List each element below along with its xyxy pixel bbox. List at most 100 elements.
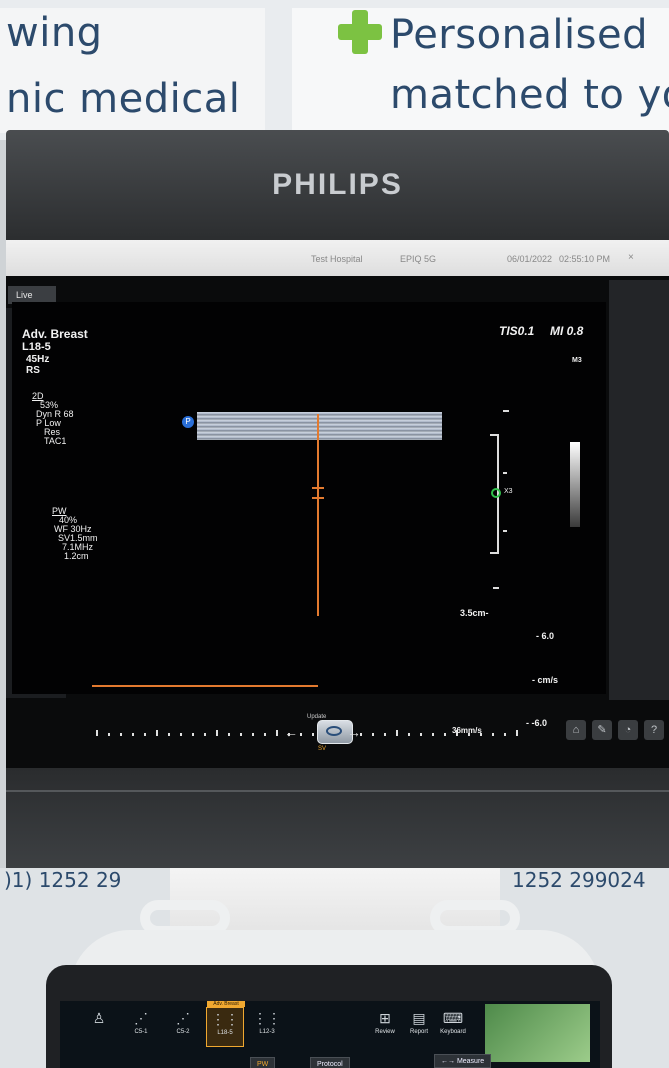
- transducer-c5-2[interactable]: ⋰ C5-2: [164, 1007, 202, 1047]
- time-tick: [312, 733, 314, 736]
- time-tick: [216, 730, 218, 736]
- transducer-label: L18-5: [217, 1030, 233, 1036]
- time-tick: [444, 733, 446, 736]
- system-name: EPIQ 5G: [400, 254, 437, 264]
- depth-tick: [503, 472, 507, 474]
- mode-rs: RS: [26, 365, 40, 376]
- active-preset-label: Adv. Breast: [207, 1001, 245, 1007]
- review-button[interactable]: ⊞ Review: [366, 1007, 404, 1047]
- measure-button[interactable]: ←→ Measure: [434, 1054, 492, 1068]
- doppler-baseline[interactable]: [92, 685, 318, 687]
- right-panel: [609, 280, 669, 700]
- banner-left-line2: nic medical: [6, 76, 241, 122]
- time-tick: [120, 733, 122, 736]
- preview-thumbnail[interactable]: [485, 1004, 590, 1062]
- time-tick: [228, 733, 230, 736]
- curved-probe-icon: ⋰: [134, 1010, 148, 1026]
- help-icon[interactable]: ?: [644, 720, 664, 740]
- touch-screen: ♙ ⋰ C5-1 ⋰ C5-2 Adv. Breast ⋮⋮ L18-5 ⋮⋮ …: [60, 1001, 600, 1068]
- time-tick: [384, 733, 386, 736]
- title-bar: Test Hospital EPIQ 5G 06/01/2022 02:55:1…: [6, 240, 669, 276]
- time-tick: [432, 733, 434, 736]
- pw-depth: 1.2cm: [64, 551, 89, 561]
- hospital-name: Test Hospital: [311, 254, 363, 264]
- plus-logo-icon: [338, 10, 382, 54]
- wrench-icon[interactable]: ✎: [592, 720, 612, 740]
- time-tick: [132, 733, 134, 736]
- twod-tac: TAC1: [44, 436, 67, 446]
- monitor-bezel: PHILIPS: [6, 130, 669, 242]
- protocol-button[interactable]: Protocol: [310, 1057, 350, 1068]
- speaker-icon[interactable]: ◔: [618, 720, 638, 740]
- time-tick: [156, 730, 158, 736]
- depth-tick: [490, 434, 499, 436]
- sample-gate-bottom[interactable]: [312, 497, 324, 499]
- close-icon[interactable]: ×: [628, 252, 634, 263]
- depth-tick: [503, 530, 507, 532]
- right-arrow-icon[interactable]: →: [347, 724, 361, 740]
- time-tick: [396, 730, 398, 736]
- time-tick: [264, 733, 266, 736]
- preset-name: Adv. Breast: [22, 327, 88, 341]
- time-tick: [504, 733, 506, 736]
- time-tick: [516, 730, 518, 736]
- banner-right-line1: Personalised: [390, 12, 648, 58]
- frame-rate: 45Hz: [26, 354, 50, 365]
- linear-probe-icon: ⋮⋮: [211, 1011, 239, 1027]
- mi-readout: MI 0.8: [550, 324, 584, 338]
- sweep-speed: 36mm/s: [452, 726, 482, 735]
- touch-panel: ♙ ⋰ C5-1 ⋰ C5-2 Adv. Breast ⋮⋮ L18-5 ⋮⋮ …: [46, 965, 612, 1068]
- curved-probe-icon: ⋰: [176, 1010, 190, 1026]
- time-tick: [240, 733, 242, 736]
- image-viewport[interactable]: Adv. Breast L18-5 45Hz RS 2D 53% Dyn R 6…: [12, 302, 606, 736]
- focus-label: X3: [504, 488, 513, 495]
- update-sub-label: SV: [318, 746, 327, 752]
- time-tick: [168, 733, 170, 736]
- keyboard-label: Keyboard: [440, 1029, 466, 1035]
- depth-readout: 3.5cm-: [460, 608, 489, 618]
- transducer-label: L12-3: [259, 1029, 275, 1035]
- phone-right: 1252 299024: [512, 868, 646, 892]
- velocity-bottom: - -6.0: [526, 718, 548, 728]
- phone-left: )1) 1252 29: [4, 868, 122, 892]
- monitor-bezel-bottom: [6, 768, 669, 868]
- depth-tick: [503, 410, 509, 412]
- report-icon: ▤: [412, 1010, 426, 1026]
- time-tick: [420, 733, 422, 736]
- exam-date: 06/01/2022: [507, 254, 553, 264]
- linear-probe-icon: ⋮⋮: [253, 1010, 281, 1026]
- left-arrow-icon[interactable]: ←: [284, 724, 298, 740]
- bmode-image: [197, 412, 442, 440]
- bezel-divider: [6, 790, 669, 792]
- depth-tick: [493, 587, 499, 589]
- time-tick: [192, 733, 194, 736]
- time-tick: [144, 733, 146, 736]
- depth-tick: [490, 552, 499, 554]
- report-button[interactable]: ▤ Report: [400, 1007, 438, 1047]
- time-tick: [372, 733, 374, 736]
- velocity-top: - 6.0: [536, 631, 555, 641]
- transducer-l18-5[interactable]: Adv. Breast ⋮⋮ L18-5: [206, 1001, 245, 1047]
- map-label: M3: [572, 357, 582, 364]
- tis-readout: TIS0.1: [499, 324, 535, 338]
- time-tick: [276, 730, 278, 736]
- tool-icon-bar: ⌂ ✎ ◔ ?: [566, 720, 669, 742]
- probe-orientation-icon: P: [182, 416, 194, 428]
- banner-right-line2: matched to yo: [390, 72, 669, 118]
- grid-icon: ⊞: [379, 1010, 391, 1026]
- transducer-c5-1[interactable]: ⋰ C5-1: [122, 1007, 160, 1047]
- pw-button[interactable]: PW: [250, 1057, 276, 1068]
- time-tick: [96, 730, 98, 736]
- patient-icon[interactable]: ♙: [80, 1007, 118, 1047]
- camera-icon[interactable]: ⌂: [566, 720, 586, 740]
- keyboard-button[interactable]: ⌨ Keyboard: [434, 1007, 472, 1047]
- grayscale-bar: [570, 442, 580, 527]
- banner-left: wing nic medical: [0, 8, 265, 133]
- time-tick: [108, 733, 110, 736]
- sample-gate-top[interactable]: [312, 487, 324, 489]
- review-label: Review: [375, 1029, 395, 1035]
- doppler-cursor-line[interactable]: [317, 414, 319, 616]
- velocity-unit: - cm/s: [532, 675, 559, 685]
- transducer-l12-3[interactable]: ⋮⋮ L12-3: [248, 1007, 286, 1047]
- focus-marker-icon[interactable]: [491, 488, 501, 498]
